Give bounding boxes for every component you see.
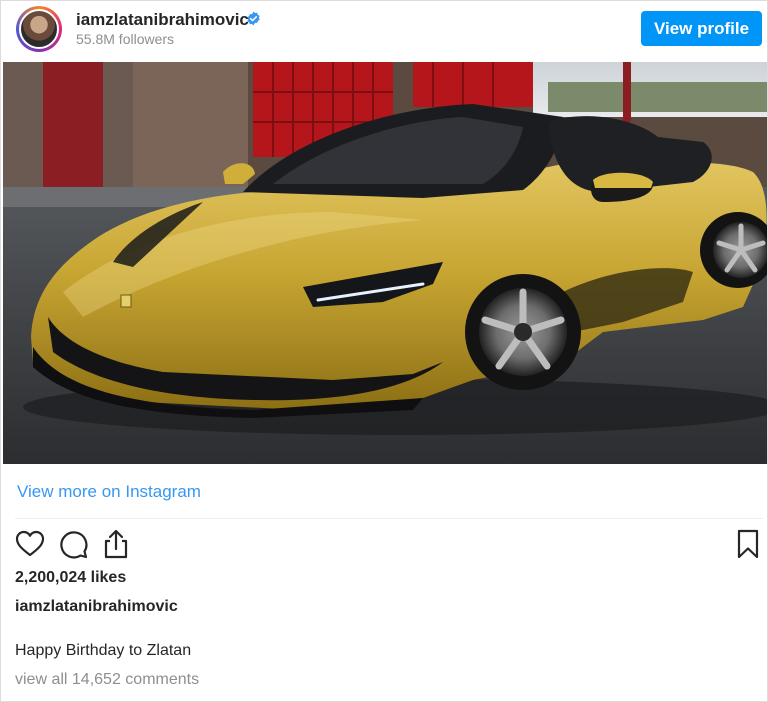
caption-text: Happy Birthday to Zlatan	[15, 642, 192, 659]
view-profile-button[interactable]: View profile	[641, 11, 762, 46]
view-all-comments-link[interactable]: view all 14,652 comments	[15, 671, 199, 689]
avatar[interactable]	[16, 6, 62, 52]
instagram-embed-card: iamzlatanibrahimovic 55.8M followers Vie…	[0, 0, 768, 702]
comment-icon[interactable]	[57, 528, 89, 560]
post-header: iamzlatanibrahimovic 55.8M followers Vie…	[1, 1, 767, 61]
like-count: 2,200,024 likes	[15, 569, 127, 586]
bookmark-icon[interactable]	[732, 528, 764, 560]
heart-icon[interactable]	[14, 528, 46, 560]
header-username[interactable]: iamzlatanibrahimovic	[76, 10, 249, 30]
avatar-image	[19, 9, 59, 49]
follower-count: 55.8M followers	[76, 31, 175, 47]
share-icon[interactable]	[100, 528, 132, 560]
verified-badge-icon	[247, 11, 260, 26]
divider	[15, 518, 763, 519]
car-photo-illustration	[3, 62, 767, 464]
caption-username[interactable]: iamzlatanibrahimovic	[15, 598, 178, 616]
post-photo[interactable]	[3, 62, 767, 464]
view-more-on-instagram-link[interactable]: View more on Instagram	[17, 482, 201, 502]
